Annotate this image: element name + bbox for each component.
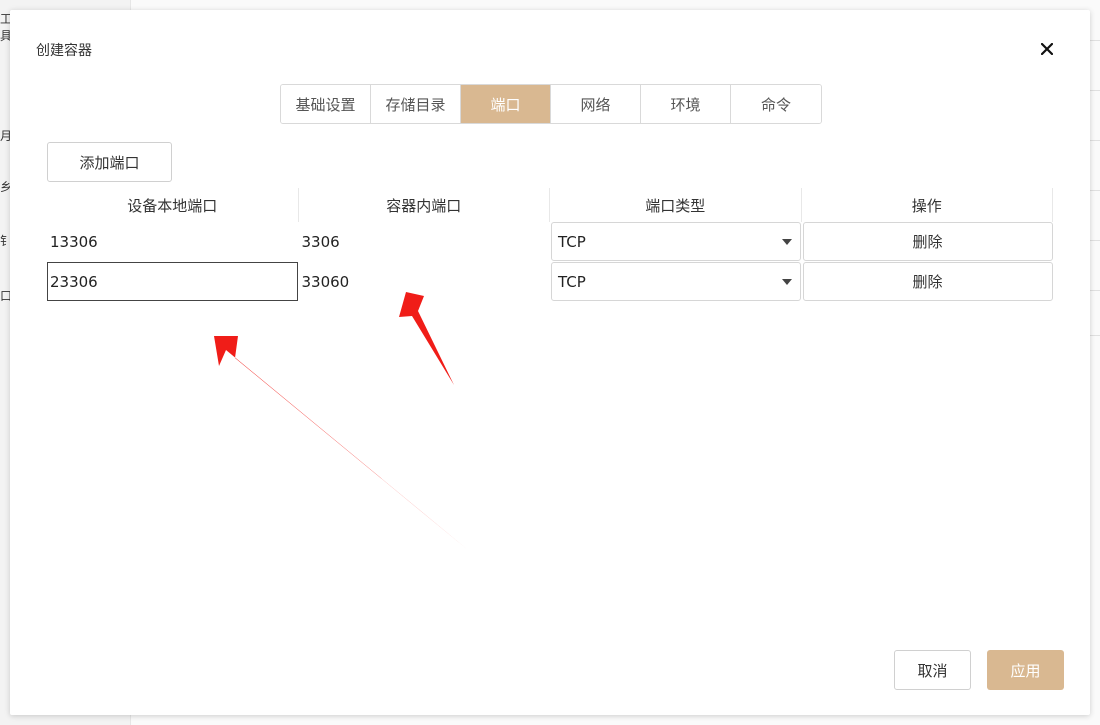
port-table: 设备本地端口 容器内端口 端口类型 操作 13306 3306 TCP 删除 2…: [47, 188, 1053, 302]
apply-button[interactable]: 应用: [987, 650, 1064, 690]
background-divider: [1090, 335, 1100, 336]
caret-down-icon: [782, 238, 792, 245]
dialog-title: 创建容器: [36, 43, 92, 59]
background-divider: [1090, 190, 1100, 191]
close-button[interactable]: [1036, 38, 1058, 60]
tab-environment[interactable]: 环境: [641, 85, 731, 123]
container-port-field[interactable]: 3306: [299, 222, 551, 262]
port-type-value: TCP: [558, 232, 586, 251]
table-row: 13306 3306 TCP 删除: [47, 222, 1053, 262]
background-divider: [1090, 40, 1100, 41]
port-type-select[interactable]: TCP: [551, 222, 801, 261]
tab-basic-settings[interactable]: 基础设置: [281, 85, 371, 123]
column-header-local-port: 设备本地端口: [47, 188, 299, 222]
container-port-field[interactable]: 33060: [299, 262, 551, 302]
column-header-action: 操作: [802, 188, 1053, 222]
cancel-button[interactable]: 取消: [894, 650, 971, 690]
table-row: 23306 33060 TCP 删除: [47, 262, 1053, 302]
caret-down-icon: [782, 278, 792, 285]
background-divider: [1090, 240, 1100, 241]
tab-network[interactable]: 网络: [551, 85, 641, 123]
delete-row-button[interactable]: 删除: [802, 262, 1053, 301]
tab-command[interactable]: 命令: [731, 85, 821, 123]
tab-storage[interactable]: 存储目录: [371, 85, 461, 123]
close-icon: [1041, 43, 1053, 55]
add-port-button[interactable]: 添加端口: [47, 142, 172, 182]
tab-ports[interactable]: 端口: [461, 85, 551, 123]
column-header-port-type: 端口类型: [550, 188, 802, 222]
background-divider: [1090, 90, 1100, 91]
background-divider: [1090, 140, 1100, 141]
port-type-select[interactable]: TCP: [551, 262, 801, 301]
table-header: 设备本地端口 容器内端口 端口类型 操作: [47, 188, 1053, 222]
column-header-container-port: 容器内端口: [299, 188, 550, 222]
local-port-field[interactable]: 13306: [47, 222, 299, 262]
local-port-input[interactable]: 23306: [47, 262, 298, 301]
background-divider: [1090, 290, 1100, 291]
create-container-dialog: 创建容器 基础设置 存储目录 端口 网络 环境 命令 添加端口 设备本地端口 容…: [10, 10, 1090, 715]
delete-row-button[interactable]: 删除: [802, 222, 1053, 261]
port-type-value: TCP: [558, 272, 586, 291]
tab-bar: 基础设置 存储目录 端口 网络 环境 命令: [280, 84, 822, 124]
